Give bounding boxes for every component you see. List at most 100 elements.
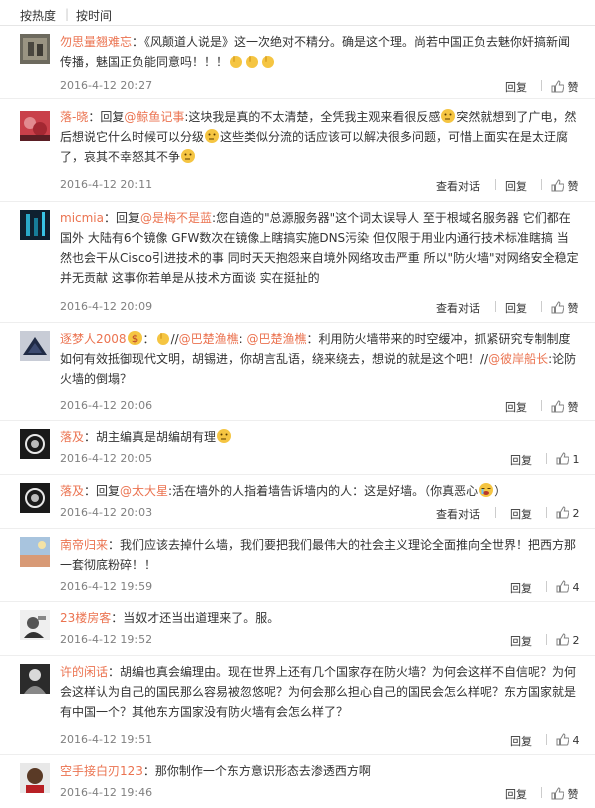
avatar[interactable] bbox=[20, 763, 50, 793]
like-button[interactable]: 4 bbox=[556, 733, 580, 747]
comment-time: 2016-4-12 19:59 bbox=[60, 580, 153, 593]
comment-username[interactable]: 23楼房客 bbox=[60, 611, 111, 625]
comment-text: ：当奴才还当出道理来了。服。 bbox=[111, 611, 280, 625]
like-label: 赞 bbox=[567, 81, 579, 94]
comment-text: ） bbox=[494, 484, 507, 498]
mention-link[interactable]: @太大星 bbox=[120, 484, 168, 498]
view-thread-button[interactable]: 查看对话 bbox=[436, 300, 480, 316]
divider bbox=[546, 581, 547, 592]
mention-link[interactable]: @是梅不是蓝 bbox=[140, 211, 212, 225]
reply-button[interactable]: 回复 bbox=[510, 506, 532, 522]
divider bbox=[541, 301, 542, 312]
avatar[interactable] bbox=[20, 331, 50, 361]
thinking-emoji-icon bbox=[441, 109, 456, 123]
comment-username[interactable]: 落及 bbox=[60, 484, 84, 498]
like-button[interactable]: 1 bbox=[556, 452, 580, 466]
like-label: 赞 bbox=[567, 180, 579, 193]
comment-text: ：《风颠道人说是》这一次绝对不精分。确是这个理。尚若中国正负去魅你奸搞新闻传播，… bbox=[60, 35, 571, 69]
mention-link[interactable]: @鲸鱼记事 bbox=[124, 110, 184, 124]
reply-button[interactable]: 回复 bbox=[505, 300, 527, 316]
comment-username[interactable]: 南帝归来 bbox=[60, 538, 108, 552]
comment-item: 空手接白刃123：那你制作一个东方意识形态去渗透西方啊 2016-4-12 19… bbox=[0, 755, 595, 808]
like-button[interactable]: 赞 bbox=[551, 300, 579, 316]
comment-username[interactable]: 逐梦人2008 bbox=[60, 332, 127, 346]
comment-text: ： bbox=[142, 332, 155, 346]
like-button[interactable]: 2 bbox=[556, 506, 580, 520]
reply-button[interactable]: 回复 bbox=[505, 399, 527, 415]
thumb-up-icon bbox=[551, 179, 564, 192]
view-thread-button[interactable]: 查看对话 bbox=[436, 178, 480, 194]
divider bbox=[546, 507, 547, 518]
comment-text: :这块我是真的不太清楚，全凭我主观来看很反感 bbox=[184, 110, 441, 124]
comment-time: 2016-4-12 20:27 bbox=[60, 79, 153, 92]
like-count: 4 bbox=[572, 734, 580, 747]
like-button[interactable]: 赞 bbox=[551, 178, 579, 194]
divider bbox=[495, 179, 496, 190]
avatar[interactable] bbox=[20, 483, 50, 513]
thumb-up-icon bbox=[556, 506, 569, 519]
reply-button[interactable]: 回复 bbox=[510, 452, 532, 468]
comment-content: 落及：回复@太大星:活在墙外的人指着墙告诉墙内的人：这是好墙。（你真恶心 ） bbox=[60, 481, 580, 501]
reply-button[interactable]: 回复 bbox=[510, 733, 532, 749]
comment-text: // bbox=[170, 332, 179, 346]
like-count: 2 bbox=[572, 634, 580, 647]
like-button[interactable]: 赞 bbox=[551, 399, 579, 415]
divider bbox=[541, 179, 542, 190]
like-count: 2 bbox=[572, 507, 580, 520]
reply-button[interactable]: 回复 bbox=[505, 178, 527, 194]
mention-link[interactable]: @彼岸船长 bbox=[488, 352, 548, 366]
view-thread-button[interactable]: 查看对话 bbox=[436, 506, 480, 522]
svg-text:$: $ bbox=[131, 334, 137, 345]
like-count: 4 bbox=[572, 581, 580, 594]
comment-username[interactable]: 空手接白刃123 bbox=[60, 764, 143, 778]
comment-username[interactable]: 落-晓 bbox=[60, 110, 88, 124]
like-button[interactable]: 赞 bbox=[551, 79, 579, 95]
avatar[interactable] bbox=[20, 34, 50, 64]
avatar[interactable] bbox=[20, 429, 50, 459]
thumb-up-icon bbox=[551, 400, 564, 413]
thumb-emoji-icon bbox=[156, 333, 169, 345]
reply-button[interactable]: 回复 bbox=[505, 79, 527, 95]
avatar[interactable] bbox=[20, 210, 50, 240]
avatar[interactable] bbox=[20, 664, 50, 694]
comment-meta: 2016-4-12 20:05 回复 1 bbox=[60, 452, 582, 468]
comment-username[interactable]: 勿思量翘难忘 bbox=[60, 35, 132, 49]
thinking-emoji-icon bbox=[217, 429, 232, 443]
comment-text: ：胡主编真是胡编胡有理 bbox=[84, 430, 217, 444]
comment-content: 空手接白刃123：那你制作一个东方意识形态去渗透西方啊 bbox=[60, 761, 580, 781]
avatar[interactable] bbox=[20, 537, 50, 567]
comment-text: ：回复 bbox=[84, 484, 121, 498]
comment-time: 2016-4-12 20:06 bbox=[60, 399, 153, 412]
reply-button[interactable]: 回复 bbox=[510, 580, 532, 596]
comment-content: 落及：胡主编真是胡编胡有理 bbox=[60, 427, 580, 447]
comment-username[interactable]: micmia bbox=[60, 211, 104, 225]
sort-by-time-tab[interactable]: 按时间 bbox=[76, 7, 112, 24]
comment-item: 23楼房客：当奴才还当出道理来了。服。 2016-4-12 19:52 回复 2 bbox=[0, 602, 595, 656]
sort-by-hot-tab[interactable]: 按热度 bbox=[20, 7, 56, 24]
comment-item: 落及：回复@太大星:活在墙外的人指着墙告诉墙内的人：这是好墙。（你真恶心 ） 20… bbox=[0, 475, 595, 529]
avatar[interactable] bbox=[20, 610, 50, 640]
like-button[interactable]: 2 bbox=[556, 633, 580, 647]
mention-link[interactable]: @巴楚渔樵 bbox=[179, 332, 239, 346]
comment-time: 2016-4-12 20:09 bbox=[60, 300, 153, 313]
comment-username[interactable]: 落及 bbox=[60, 430, 84, 444]
mention-link[interactable]: @巴楚渔樵 bbox=[247, 332, 307, 346]
comment-time: 2016-4-12 19:46 bbox=[60, 786, 153, 799]
thumb-up-icon bbox=[556, 452, 569, 465]
like-button[interactable]: 赞 bbox=[551, 786, 579, 802]
like-button[interactable]: 4 bbox=[556, 580, 580, 594]
comment-item: 落及：胡主编真是胡编胡有理 2016-4-12 20:05 回复 1 bbox=[0, 421, 595, 475]
divider bbox=[541, 80, 542, 91]
comment-username[interactable]: 许的闲话 bbox=[60, 665, 108, 679]
divider bbox=[546, 634, 547, 645]
reply-button[interactable]: 回复 bbox=[510, 633, 532, 649]
clap-emoji-icon bbox=[228, 55, 276, 69]
comment-content: 许的闲话：胡编也真会编理由。现在世界上还有几个国家存在防火墙？为何会这样不自信呢… bbox=[60, 662, 580, 722]
comment-meta: 2016-4-12 20:11 查看对话 回复 赞 bbox=[60, 178, 582, 194]
comment-text: ：回复 bbox=[104, 211, 141, 225]
sort-divider: | bbox=[65, 7, 70, 21]
reply-button[interactable]: 回复 bbox=[505, 786, 527, 802]
comment-item: 落-晓：回复@鲸鱼记事:这块我是真的不太清楚，全凭我主观来看很反感 突然就想到了广… bbox=[0, 99, 595, 202]
avatar[interactable] bbox=[20, 111, 50, 141]
divider bbox=[541, 400, 542, 411]
